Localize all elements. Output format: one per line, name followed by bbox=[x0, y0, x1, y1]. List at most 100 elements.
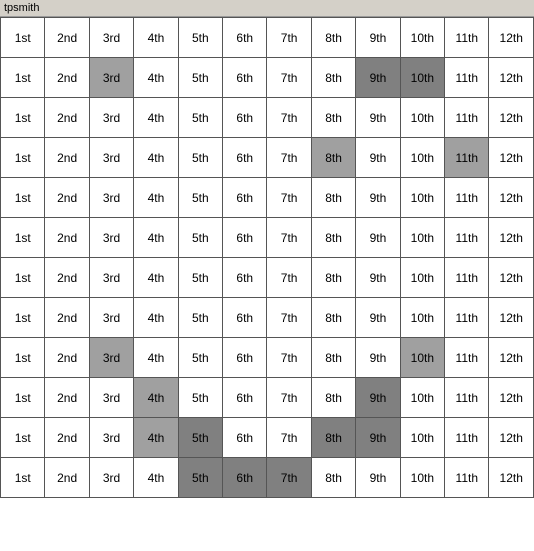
table-cell[interactable]: 12th bbox=[489, 58, 534, 98]
table-cell[interactable]: 12th bbox=[489, 338, 534, 378]
table-cell[interactable]: 2nd bbox=[45, 458, 89, 498]
table-cell[interactable]: 11th bbox=[445, 418, 489, 458]
table-cell[interactable]: 9th bbox=[356, 18, 400, 58]
table-cell[interactable]: 7th bbox=[267, 418, 311, 458]
table-cell[interactable]: 10th bbox=[400, 218, 444, 258]
table-cell[interactable]: 8th bbox=[311, 58, 355, 98]
table-cell[interactable]: 3rd bbox=[89, 18, 133, 58]
table-cell[interactable]: 12th bbox=[489, 258, 534, 298]
table-cell[interactable]: 7th bbox=[267, 178, 311, 218]
table-cell[interactable]: 9th bbox=[356, 178, 400, 218]
table-cell[interactable]: 2nd bbox=[45, 138, 89, 178]
table-cell[interactable]: 10th bbox=[400, 298, 444, 338]
table-cell[interactable]: 6th bbox=[223, 338, 267, 378]
table-cell[interactable]: 2nd bbox=[45, 298, 89, 338]
table-cell[interactable]: 4th bbox=[134, 298, 178, 338]
table-cell[interactable]: 9th bbox=[356, 58, 400, 98]
table-cell[interactable]: 6th bbox=[223, 18, 267, 58]
table-cell[interactable]: 2nd bbox=[45, 378, 89, 418]
table-cell[interactable]: 1st bbox=[1, 298, 45, 338]
table-cell[interactable]: 8th bbox=[311, 258, 355, 298]
table-cell[interactable]: 11th bbox=[445, 458, 489, 498]
table-cell[interactable]: 2nd bbox=[45, 258, 89, 298]
table-cell[interactable]: 6th bbox=[223, 298, 267, 338]
table-cell[interactable]: 7th bbox=[267, 378, 311, 418]
table-cell[interactable]: 2nd bbox=[45, 18, 89, 58]
table-cell[interactable]: 3rd bbox=[89, 178, 133, 218]
table-cell[interactable]: 1st bbox=[1, 418, 45, 458]
table-cell[interactable]: 7th bbox=[267, 458, 311, 498]
table-cell[interactable]: 5th bbox=[178, 138, 222, 178]
table-cell[interactable]: 1st bbox=[1, 18, 45, 58]
table-cell[interactable]: 12th bbox=[489, 298, 534, 338]
table-cell[interactable]: 8th bbox=[311, 138, 355, 178]
table-cell[interactable]: 8th bbox=[311, 218, 355, 258]
table-cell[interactable]: 4th bbox=[134, 18, 178, 58]
table-cell[interactable]: 4th bbox=[134, 58, 178, 98]
table-cell[interactable]: 5th bbox=[178, 418, 222, 458]
table-cell[interactable]: 6th bbox=[223, 458, 267, 498]
table-cell[interactable]: 3rd bbox=[89, 458, 133, 498]
table-cell[interactable]: 4th bbox=[134, 138, 178, 178]
table-cell[interactable]: 3rd bbox=[89, 138, 133, 178]
table-cell[interactable]: 1st bbox=[1, 258, 45, 298]
table-cell[interactable]: 8th bbox=[311, 298, 355, 338]
table-cell[interactable]: 5th bbox=[178, 218, 222, 258]
table-cell[interactable]: 10th bbox=[400, 138, 444, 178]
table-cell[interactable]: 3rd bbox=[89, 418, 133, 458]
table-cell[interactable]: 7th bbox=[267, 298, 311, 338]
table-cell[interactable]: 4th bbox=[134, 458, 178, 498]
table-cell[interactable]: 9th bbox=[356, 338, 400, 378]
table-cell[interactable]: 1st bbox=[1, 178, 45, 218]
table-cell[interactable]: 9th bbox=[356, 138, 400, 178]
table-cell[interactable]: 2nd bbox=[45, 418, 89, 458]
table-cell[interactable]: 12th bbox=[489, 378, 534, 418]
table-cell[interactable]: 5th bbox=[178, 18, 222, 58]
table-cell[interactable]: 1st bbox=[1, 98, 45, 138]
table-cell[interactable]: 7th bbox=[267, 338, 311, 378]
table-cell[interactable]: 7th bbox=[267, 218, 311, 258]
table-cell[interactable]: 10th bbox=[400, 98, 444, 138]
table-cell[interactable]: 9th bbox=[356, 218, 400, 258]
table-cell[interactable]: 6th bbox=[223, 378, 267, 418]
table-cell[interactable]: 11th bbox=[445, 138, 489, 178]
table-cell[interactable]: 8th bbox=[311, 18, 355, 58]
table-cell[interactable]: 12th bbox=[489, 218, 534, 258]
table-cell[interactable]: 11th bbox=[445, 98, 489, 138]
table-cell[interactable]: 3rd bbox=[89, 218, 133, 258]
table-cell[interactable]: 5th bbox=[178, 98, 222, 138]
table-cell[interactable]: 7th bbox=[267, 138, 311, 178]
table-cell[interactable]: 2nd bbox=[45, 338, 89, 378]
table-cell[interactable]: 8th bbox=[311, 338, 355, 378]
table-cell[interactable]: 1st bbox=[1, 58, 45, 98]
table-cell[interactable]: 8th bbox=[311, 98, 355, 138]
table-cell[interactable]: 2nd bbox=[45, 178, 89, 218]
table-cell[interactable]: 4th bbox=[134, 378, 178, 418]
table-cell[interactable]: 8th bbox=[311, 418, 355, 458]
table-cell[interactable]: 10th bbox=[400, 178, 444, 218]
table-cell[interactable]: 2nd bbox=[45, 218, 89, 258]
table-cell[interactable]: 5th bbox=[178, 258, 222, 298]
table-cell[interactable]: 5th bbox=[178, 298, 222, 338]
table-cell[interactable]: 2nd bbox=[45, 58, 89, 98]
table-cell[interactable]: 7th bbox=[267, 18, 311, 58]
table-cell[interactable]: 3rd bbox=[89, 338, 133, 378]
table-cell[interactable]: 5th bbox=[178, 378, 222, 418]
table-cell[interactable]: 9th bbox=[356, 418, 400, 458]
table-cell[interactable]: 6th bbox=[223, 418, 267, 458]
table-cell[interactable]: 12th bbox=[489, 18, 534, 58]
table-cell[interactable]: 8th bbox=[311, 178, 355, 218]
table-cell[interactable]: 5th bbox=[178, 178, 222, 218]
table-cell[interactable]: 11th bbox=[445, 258, 489, 298]
table-cell[interactable]: 12th bbox=[489, 138, 534, 178]
table-cell[interactable]: 11th bbox=[445, 58, 489, 98]
table-cell[interactable]: 6th bbox=[223, 258, 267, 298]
table-cell[interactable]: 1st bbox=[1, 338, 45, 378]
table-cell[interactable]: 6th bbox=[223, 178, 267, 218]
table-cell[interactable]: 4th bbox=[134, 338, 178, 378]
table-cell[interactable]: 12th bbox=[489, 458, 534, 498]
table-cell[interactable]: 9th bbox=[356, 458, 400, 498]
table-cell[interactable]: 2nd bbox=[45, 98, 89, 138]
table-cell[interactable]: 3rd bbox=[89, 378, 133, 418]
table-cell[interactable]: 9th bbox=[356, 378, 400, 418]
